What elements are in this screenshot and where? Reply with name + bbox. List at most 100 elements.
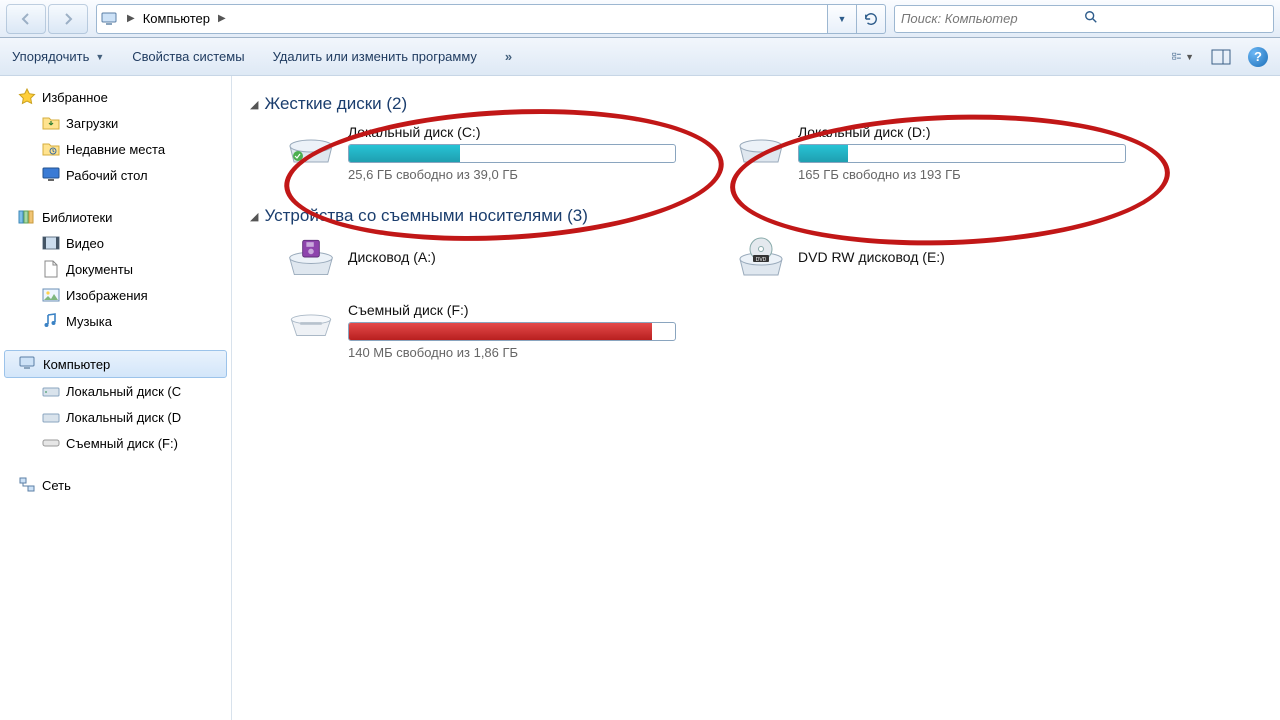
bc-sep-icon: ▶ (127, 13, 135, 24)
documents-icon (42, 260, 60, 278)
sidebar-label: Видео (66, 236, 104, 251)
sidebar-item-desktop[interactable]: Рабочий стол (0, 162, 231, 188)
sidebar-item-disk-c[interactable]: Локальный диск (C (0, 378, 231, 404)
computer-icon (19, 355, 37, 373)
preview-pane-button[interactable] (1210, 46, 1232, 68)
navigation-pane: Избранное Загрузки Недавние места Рабочи… (0, 76, 232, 720)
drive-item-f[interactable]: Съемный диск (F:) 140 МБ свободно из 1,8… (286, 302, 676, 360)
group-header-hdd[interactable]: ◢ Жесткие диски (2) (250, 94, 1260, 114)
drive-title: Локальный диск (D:) (798, 124, 1126, 140)
sidebar-label: Съемный диск (F:) (66, 436, 178, 451)
sidebar-label: Рабочий стол (66, 168, 148, 183)
sidebar-label: Документы (66, 262, 133, 277)
sidebar-label: Загрузки (66, 116, 118, 131)
music-icon (42, 312, 60, 330)
capacity-bar (348, 322, 676, 341)
desktop-icon (42, 166, 60, 184)
capacity-bar (348, 144, 676, 163)
arrow-right-icon (60, 11, 76, 27)
video-icon (42, 234, 60, 252)
recent-icon (42, 140, 60, 158)
sidebar-favorites-header[interactable]: Избранное (0, 84, 231, 110)
toolbar-overflow-button[interactable]: » (505, 49, 512, 64)
arrow-left-icon (18, 11, 34, 27)
chevron-down-icon: ▼ (95, 52, 104, 62)
search-icon (1084, 10, 1267, 27)
sidebar-item-disk-f[interactable]: Съемный диск (F:) (0, 430, 231, 456)
hdd-icon (42, 408, 60, 426)
sidebar-computer-header[interactable]: Компьютер (4, 350, 227, 378)
folder-icon (42, 114, 60, 132)
view-options-button[interactable]: ▼ (1172, 46, 1194, 68)
drive-title: Дисковод (A:) (348, 249, 436, 265)
drive-title: Локальный диск (C:) (348, 124, 676, 140)
bc-sep-icon: ▶ (218, 13, 226, 24)
drive-item-a[interactable]: Дисковод (A:) (286, 236, 676, 278)
sidebar-label: Музыка (66, 314, 112, 329)
hdd-icon (286, 124, 336, 166)
sidebar-network-header[interactable]: Сеть (0, 472, 231, 498)
sidebar-label: Локальный диск (C (66, 384, 181, 399)
sidebar-item-downloads[interactable]: Загрузки (0, 110, 231, 136)
view-options-icon (1172, 48, 1183, 66)
group-header-removable[interactable]: ◢ Устройства со съемными носителями (3) (250, 206, 1260, 226)
explorer-body: Избранное Загрузки Недавние места Рабочи… (0, 76, 1280, 720)
drive-item-c[interactable]: Локальный диск (C:) 25,6 ГБ свободно из … (286, 124, 676, 182)
sidebar-item-recent[interactable]: Недавние места (0, 136, 231, 162)
floppy-drive-icon (286, 236, 336, 278)
breadcrumb-computer[interactable]: Компьютер (139, 6, 214, 32)
sidebar-item-videos[interactable]: Видео (0, 230, 231, 256)
usb-icon (42, 434, 60, 452)
nav-back-button[interactable] (6, 4, 46, 34)
sidebar-label: Компьютер (43, 357, 110, 372)
svg-text:DVD: DVD (756, 257, 767, 263)
refresh-button[interactable] (857, 4, 886, 34)
drive-free-text: 25,6 ГБ свободно из 39,0 ГБ (348, 167, 676, 182)
organize-label: Упорядочить (12, 49, 89, 64)
search-input[interactable]: Поиск: Компьютер (894, 5, 1274, 33)
nav-forward-button[interactable] (48, 4, 88, 34)
content-pane: ◢ Жесткие диски (2) Локальный диск (C:) … (232, 76, 1280, 720)
group-header-label: Жесткие диски (2) (264, 94, 407, 114)
collapse-icon: ◢ (250, 210, 258, 223)
star-icon (18, 88, 36, 106)
computer-icon (101, 11, 117, 27)
drive-title: DVD RW дисковод (E:) (798, 249, 945, 265)
sidebar-label: Локальный диск (D (66, 410, 181, 425)
organize-menu[interactable]: Упорядочить ▼ (12, 49, 104, 64)
libraries-icon (18, 208, 36, 226)
sidebar-label: Библиотеки (42, 210, 112, 225)
help-icon: ? (1254, 49, 1262, 64)
preview-pane-icon (1211, 49, 1231, 65)
pictures-icon (42, 286, 60, 304)
sidebar-item-pictures[interactable]: Изображения (0, 282, 231, 308)
uninstall-program-button[interactable]: Удалить или изменить программу (273, 49, 477, 64)
hdd-icon (42, 382, 60, 400)
breadcrumb[interactable]: ▶ Компьютер ▶ (96, 4, 828, 34)
help-button[interactable]: ? (1248, 47, 1268, 67)
sidebar-label: Сеть (42, 478, 71, 493)
group-header-label: Устройства со съемными носителями (3) (264, 206, 587, 226)
chevron-down-icon: ▼ (1185, 52, 1194, 62)
explorer-window: ▶ Компьютер ▶ ▼ Поиск: Компьютер Упорядо… (0, 0, 1280, 720)
sidebar-item-documents[interactable]: Документы (0, 256, 231, 282)
drive-free-text: 165 ГБ свободно из 193 ГБ (798, 167, 1126, 182)
drive-item-d[interactable]: Локальный диск (D:) 165 ГБ свободно из 1… (736, 124, 1126, 182)
address-bar: ▶ Компьютер ▶ ▼ Поиск: Компьютер (0, 0, 1280, 38)
breadcrumb-history-button[interactable]: ▼ (828, 4, 857, 34)
hdd-icon (736, 124, 786, 166)
sidebar-libraries-header[interactable]: Библиотеки (0, 204, 231, 230)
dvd-drive-icon: DVD (736, 236, 786, 278)
sidebar-item-disk-d[interactable]: Локальный диск (D (0, 404, 231, 430)
toolbar: Упорядочить ▼ Свойства системы Удалить и… (0, 38, 1280, 76)
system-properties-button[interactable]: Свойства системы (132, 49, 244, 64)
removable-drive-icon (286, 302, 336, 344)
capacity-bar (798, 144, 1126, 163)
sidebar-label: Избранное (42, 90, 108, 105)
drive-free-text: 140 МБ свободно из 1,86 ГБ (348, 345, 676, 360)
sidebar-item-music[interactable]: Музыка (0, 308, 231, 334)
network-icon (18, 476, 36, 494)
search-placeholder: Поиск: Компьютер (901, 11, 1084, 26)
drive-item-e[interactable]: DVD DVD RW дисковод (E:) (736, 236, 1126, 278)
refresh-icon (864, 12, 878, 26)
